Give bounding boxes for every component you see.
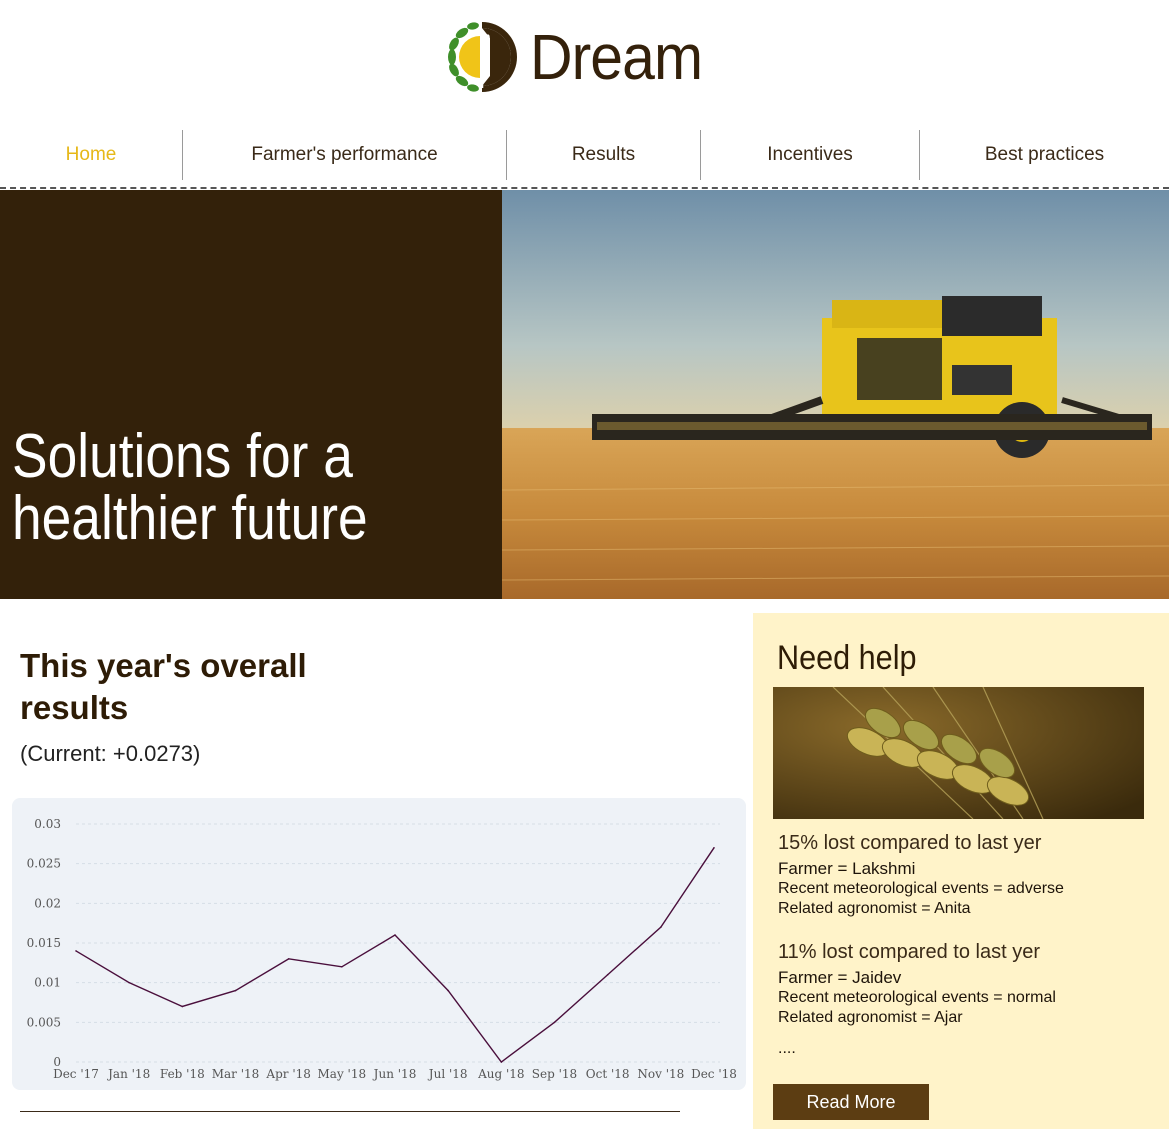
case-headline: 15% lost compared to last yer bbox=[778, 832, 1042, 854]
chart-data-point bbox=[234, 989, 237, 992]
chart-data-point bbox=[553, 1021, 556, 1024]
chart-x-tick-label: Jul '18 bbox=[427, 1067, 468, 1081]
help-case-2: 11% lost compared to last yer Farmer = J… bbox=[778, 941, 1056, 1028]
chart-data-point bbox=[447, 989, 449, 992]
hero-title-line-1: Solutions for a bbox=[12, 422, 353, 491]
case-headline: 11% lost compared to last yer bbox=[778, 941, 1040, 963]
chart-y-tick-label: 0.02 bbox=[34, 896, 61, 910]
results-line-chart: 00.0050.010.0150.020.0250.03Dec '17 Jan '… bbox=[27, 817, 737, 1081]
hero-title: Solutions for a healthier future bbox=[12, 426, 368, 550]
chart-x-tick-label: Oct '18 bbox=[586, 1067, 630, 1081]
chart-x-tick-label: Nov '18 bbox=[637, 1067, 684, 1081]
chart-data-point bbox=[394, 934, 396, 936]
chart-x-tick-label: Dec '18 bbox=[691, 1067, 737, 1081]
chart-x-tick-label: May '18 bbox=[318, 1067, 367, 1081]
main-nav: Home Farmer's performance Results Incent… bbox=[0, 130, 1169, 180]
hero-image-harvester bbox=[502, 190, 1169, 599]
chart-x-tick-label: Feb '18 bbox=[160, 1067, 205, 1081]
chart-data-point bbox=[606, 973, 609, 976]
nav-item-incentives[interactable]: Incentives bbox=[701, 130, 920, 180]
case-events: Recent meteorological events = adverse bbox=[778, 880, 1064, 897]
chart-y-tick-label: 0.005 bbox=[27, 1015, 61, 1029]
chart-data-point bbox=[713, 847, 715, 849]
case-events: Recent meteorological events = normal bbox=[778, 989, 1056, 1006]
brand-logo[interactable]: Dream bbox=[438, 16, 717, 98]
chart-x-tick-label: Mar '18 bbox=[212, 1067, 260, 1081]
chart-data-point bbox=[287, 958, 290, 960]
brand-name: Dream bbox=[530, 21, 703, 93]
chart-x-tick-label: Sep '18 bbox=[532, 1067, 577, 1081]
need-help-panel: Need help 15% lost compared to last yer … bbox=[753, 613, 1169, 1129]
chart-x-tick-label: Jun '18 bbox=[372, 1067, 417, 1081]
nav-item-farmers-performance[interactable]: Farmer's performance bbox=[183, 130, 507, 180]
hero-title-line-2: healthier future bbox=[12, 484, 368, 553]
nav-divider bbox=[0, 187, 1169, 189]
chart-y-tick-label: 0.01 bbox=[34, 976, 61, 990]
help-image-wheat bbox=[773, 687, 1144, 819]
case-farmer: Farmer = Lakshmi bbox=[778, 859, 916, 878]
hero-text-panel: Solutions for a healthier future bbox=[0, 190, 502, 599]
help-title: Need help bbox=[777, 639, 917, 677]
chart-data-point bbox=[181, 1005, 184, 1008]
nav-item-best-practices[interactable]: Best practices bbox=[920, 130, 1169, 180]
help-case-1: 15% lost compared to last yer Farmer = L… bbox=[778, 832, 1064, 919]
chart-x-tick-label: Jan '18 bbox=[106, 1067, 150, 1081]
read-more-button[interactable]: Read More bbox=[773, 1084, 929, 1120]
chart-data-point bbox=[75, 950, 77, 952]
case-agronomist: Related agronomist = Ajar bbox=[778, 1009, 963, 1026]
results-chart: 0 0.005 0.01 0.015 0.02 0.025 0.03 Dec '17 Jan '… bbox=[12, 798, 746, 1090]
section-divider bbox=[20, 1111, 680, 1112]
chart-x-tick-label: Apr '18 bbox=[265, 1067, 310, 1081]
help-more-ellipsis: .... bbox=[778, 1040, 796, 1057]
chart-x-tick-label: Aug '18 bbox=[477, 1067, 524, 1081]
wheat-logo-icon bbox=[441, 19, 517, 95]
nav-item-home[interactable]: Home bbox=[0, 130, 183, 180]
chart-data-point bbox=[128, 981, 130, 984]
chart-data-point bbox=[341, 966, 343, 968]
case-agronomist: Related agronomist = Anita bbox=[778, 900, 971, 917]
chart-y-tick-label: 0.03 bbox=[34, 817, 61, 831]
hero-banner: Solutions for a healthier future bbox=[0, 190, 1169, 599]
chart-y-tick-label: 0.015 bbox=[27, 936, 61, 950]
results-current-value: (Current: +0.0273) bbox=[20, 741, 201, 766]
chart-x-tick-label: Dec '17 bbox=[53, 1067, 99, 1081]
case-farmer: Farmer = Jaidev bbox=[778, 968, 902, 987]
results-title: This year's overall results bbox=[20, 647, 307, 726]
nav-item-results[interactable]: Results bbox=[507, 130, 701, 180]
chart-data-point bbox=[500, 1061, 503, 1063]
chart-y-tick-label: 0.025 bbox=[27, 857, 61, 871]
chart-series-line bbox=[75, 847, 715, 1063]
chart-data-point bbox=[660, 926, 662, 928]
